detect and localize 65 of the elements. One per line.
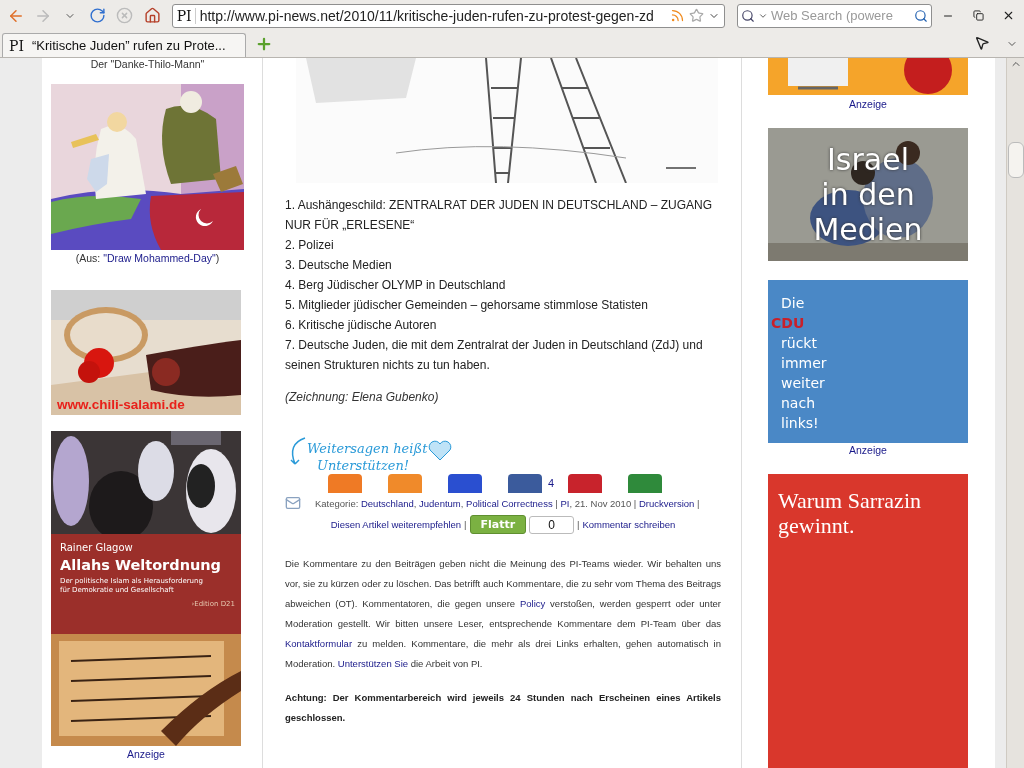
site-favicon: PI — [176, 7, 196, 24]
list-item: 7. Deutsche Juden, die mit dem Zentralrat der Juden in Deutschland (ZdJ) und seinen Strukturen nichts zu tun haben. — [285, 337, 704, 374]
image-credit: (Zeichnung: Elena Gubenko) — [285, 390, 440, 404]
list-item: 1. Aushängeschild: ZENTRALRAT DER JUDEN IN DEUTSCHLAND – ZUGANG NUR FÜR „ERLESENE“ — [285, 197, 713, 234]
book-author: Rainer Glagow — [60, 542, 134, 553]
caption-link[interactable]: "Draw Mohammed-Day" — [103, 252, 216, 264]
separator-text: | — [464, 519, 467, 530]
ad-text: CDU — [770, 314, 806, 333]
star-icon[interactable] — [689, 8, 704, 23]
ad-headline: Warum Sarrazin gewinnt. — [778, 487, 921, 538]
ad-label: Anzeige — [848, 443, 888, 456]
list-item: 2. Polizei — [285, 237, 335, 254]
meta-text: | — [554, 497, 559, 509]
share-count: 4 — [548, 477, 555, 489]
list-item: 6. Kritische jüdische Autoren — [285, 317, 438, 334]
ad-text: weiter — [780, 374, 826, 393]
url-text: http://www.pi-news.net/2010/11/kritische-juden-rufen-zu-protest-gegen-zd — [199, 7, 655, 24]
search-icon[interactable] — [741, 8, 755, 23]
rss-icon — [670, 8, 685, 23]
meta-text: , — [413, 497, 418, 509]
url-text: www.chili-salami.de — [57, 397, 185, 412]
image-caption: (Aus: "Draw Mohammed-Day") — [74, 252, 221, 264]
ad-text: rückt — [780, 334, 818, 353]
heart-icon — [427, 440, 454, 462]
cursor-icon — [974, 35, 990, 51]
separator-text: | — [576, 519, 580, 530]
scrollbar[interactable] — [1006, 58, 1024, 768]
restore-icon[interactable] — [972, 10, 984, 21]
text-link[interactable]: Druckversion — [638, 497, 695, 509]
ad-text: nach — [780, 394, 817, 413]
text-link[interactable]: Diesen Artikel weiterempfehlen — [330, 519, 462, 530]
book-title: Allahs Weltordnung — [60, 557, 222, 573]
flattr-count: 0 — [529, 515, 574, 534]
search-icon[interactable] — [914, 8, 928, 23]
meta-text: , — [460, 497, 465, 509]
meta-text: , 21. Nov 2010 | — [569, 497, 638, 509]
text-link[interactable]: Unterstützen Sie — [337, 658, 409, 669]
ad-label: Anzeige — [126, 748, 166, 760]
image-caption: Der "Danke-Thilo-Mann" — [89, 58, 206, 70]
site-favicon: PI — [9, 37, 25, 54]
slogan-text: Weitersagen heißt Unterstützen! — [307, 440, 428, 474]
ad-label: Anzeige — [848, 98, 888, 110]
notice-text: Achtung: Der Kommentarbereich wird jeweils 24 Stunden nach Erscheinen eines Artikels geschlossen. — [285, 691, 721, 725]
envelope-icon — [285, 495, 301, 511]
text-link[interactable]: Judentum — [419, 497, 461, 509]
text-link[interactable]: Political Correctness — [466, 497, 553, 509]
browser-tab[interactable]: PI “Kritische Juden” rufen zu Prote... — [2, 33, 246, 57]
ad-text: links! — [780, 414, 820, 433]
search-bar[interactable]: Web Search (powere — [737, 3, 932, 28]
scroll-thumb[interactable] — [1007, 142, 1024, 178]
address-bar[interactable]: PI http://www.pi-news.net/2010/11/kritische-juden-rufen-zu-protest-gegen-zd — [171, 3, 725, 28]
text-link[interactable]: Deutschland — [360, 497, 414, 509]
disclaimer-paragraph: Die Kommentare zu den Beiträgen geben nicht die Meinung des PI-Teams wieder. Wir behalten uns vor, sie zu kürzen oder zu löschen. Das betrifft auch Kommentare, die zu sehr vom Thema des Beitrags abweichen (OT). Kommentatoren, die gegen unsere Policy verstoßen, werden gesperrt oder unter Moderation gestellt. Wir bitten unsere Leser, entsprechende Kommentare dem PI-Team über das Kontaktformular zu melden. Kommentare, die mehr als drei Links erhalten, gehen automatisch in Moderation. Unterstützen Sie die Arbeit von PI. — [285, 557, 721, 671]
list-item: 4. Berg Jüdischer OLYMP in Deutschland — [285, 277, 507, 294]
text-link[interactable]: Kontaktformular — [285, 638, 353, 649]
ad-headline: Medien — [813, 212, 923, 247]
meta-text: Kategorie: — [315, 497, 360, 509]
list-item: 5. Mitglieder jüdischer Gemeinden – gehorsame stimmlose Statisten — [285, 297, 649, 314]
text-link[interactable]: Policy — [519, 598, 546, 609]
ad-text: Die — [780, 294, 806, 313]
ad-headline: in den — [821, 177, 915, 212]
meta-text: | — [696, 497, 700, 509]
list-item: 3. Deutsche Medien — [285, 257, 393, 274]
ad-text: immer — [780, 354, 828, 373]
text-link[interactable]: Kommentar schreiben — [582, 519, 676, 530]
